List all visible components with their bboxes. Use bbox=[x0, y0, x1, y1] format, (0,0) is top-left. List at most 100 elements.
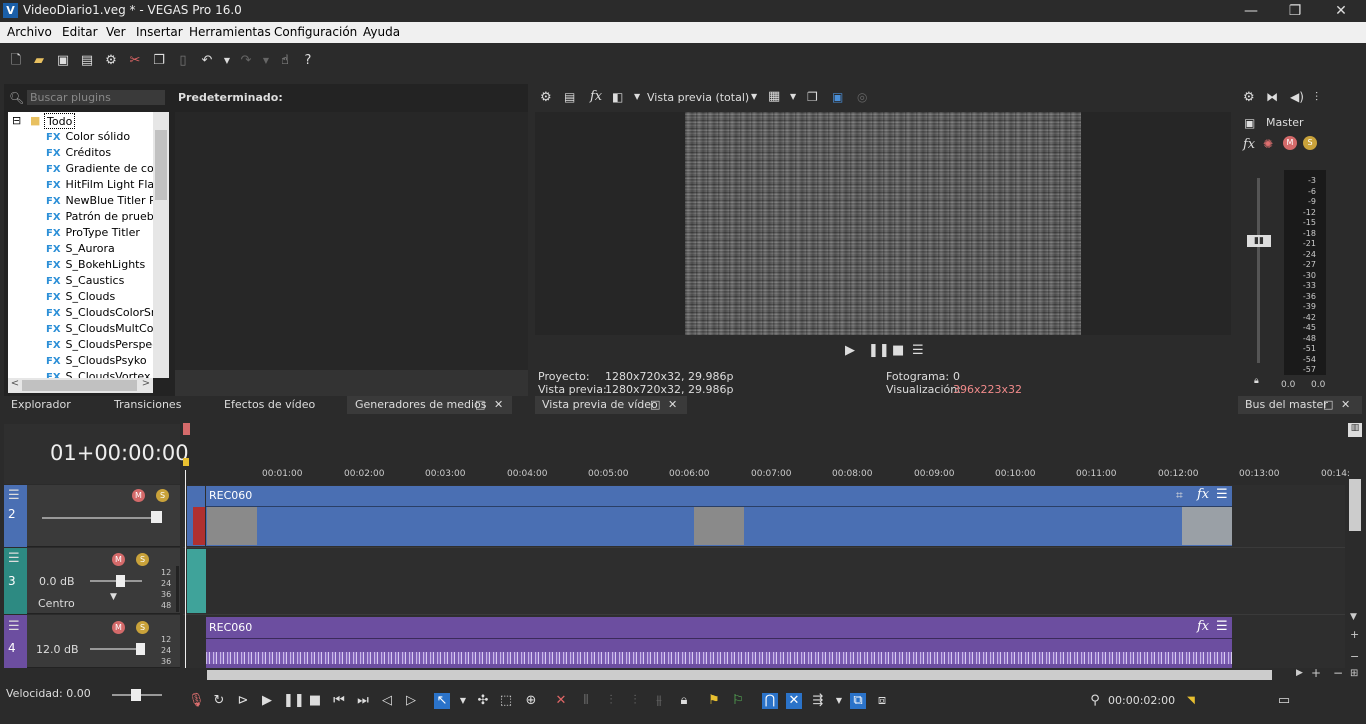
quality-dropdown-icon[interactable]: ▼ bbox=[751, 92, 757, 101]
tree-item[interactable]: FXS_CloudsColorSmooth bbox=[46, 305, 169, 321]
scroll-thumb[interactable] bbox=[22, 380, 137, 391]
master-fader-handle[interactable]: ▮▮ bbox=[1247, 235, 1271, 247]
menu-herramientas[interactable]: Herramientas bbox=[189, 25, 271, 39]
new-file-icon[interactable]: 🗋 bbox=[8, 53, 24, 69]
trim-start-icon[interactable]: ⫶ bbox=[603, 693, 619, 709]
opacity-slider-track[interactable] bbox=[42, 517, 154, 519]
tree-item[interactable]: FX S_Clouds bbox=[46, 289, 115, 305]
master-fx-icon[interactable]: fx bbox=[1243, 137, 1255, 152]
previous-frame-icon[interactable]: ◁ bbox=[379, 693, 395, 709]
tree-item[interactable]: FX HitFilm Light Flares bbox=[46, 177, 169, 193]
lock-icon[interactable]: 🔒︎ bbox=[1254, 376, 1259, 386]
tab-bus-master[interactable]: Bus del master bbox=[1245, 398, 1328, 411]
undo-icon[interactable]: ↶ bbox=[199, 53, 215, 69]
zoom-fit-icon[interactable]: ⊞ bbox=[1350, 668, 1358, 679]
fx-icon[interactable]: fx bbox=[590, 89, 602, 104]
tree-item[interactable]: FX ProType Titler bbox=[46, 225, 140, 241]
scroll-thumb[interactable] bbox=[207, 670, 1272, 680]
save-snapshot-icon[interactable]: ▣ bbox=[832, 90, 843, 104]
mute-icon[interactable]: M bbox=[1283, 136, 1297, 150]
loop-playback-icon[interactable]: ↻ bbox=[211, 693, 227, 709]
tree-item[interactable]: FX S_CloudsPsyko bbox=[46, 353, 147, 369]
plugin-search-input[interactable]: Buscar plugins bbox=[27, 90, 165, 105]
delete-icon[interactable]: ✕ bbox=[553, 693, 569, 709]
maximize-button[interactable]: ❐ bbox=[1272, 1, 1318, 21]
tree-item[interactable]: FX Gradiente de color bbox=[46, 161, 168, 177]
save-icon[interactable]: ▣ bbox=[55, 53, 71, 69]
stop-icon[interactable]: ■ bbox=[307, 693, 323, 709]
tree-item[interactable]: FX Créditos bbox=[46, 145, 111, 161]
tree-item[interactable]: FX S_CloudsPerspective bbox=[46, 337, 169, 353]
split-icon[interactable]: ⫵ bbox=[651, 693, 667, 709]
mute-icon[interactable]: M bbox=[112, 553, 125, 566]
play-icon[interactable]: ▶ bbox=[845, 343, 855, 358]
scroll-down-icon[interactable]: ▼ bbox=[1350, 612, 1357, 622]
next-frame-icon[interactable]: ▷ bbox=[403, 693, 419, 709]
track-menu-icon[interactable]: ☰ bbox=[8, 551, 20, 566]
tree-root-todo[interactable]: Todo bbox=[44, 113, 76, 129]
cursor-time[interactable]: 00:00:02:00 bbox=[1108, 694, 1175, 707]
tree-vertical-scrollbar[interactable] bbox=[153, 112, 169, 378]
ignore-grouping-icon[interactable]: ⧈ bbox=[874, 693, 890, 709]
scroll-thumb[interactable] bbox=[1349, 479, 1361, 531]
preview-settings-gear-icon[interactable]: ⚙ bbox=[540, 90, 552, 105]
paste-icon[interactable]: ▯ bbox=[175, 53, 191, 69]
close-tab-icon[interactable]: ✕ bbox=[1341, 398, 1350, 411]
auto-ripple-icon[interactable]: ⇶ bbox=[810, 693, 826, 709]
overlays-dropdown-icon[interactable]: ▼ bbox=[790, 92, 796, 101]
tab-efectos-video[interactable]: Efectos de vídeo bbox=[224, 398, 315, 411]
solo-icon[interactable]: S bbox=[1303, 136, 1317, 150]
marker-bar[interactable] bbox=[183, 424, 1345, 440]
undock-icon[interactable]: □ bbox=[650, 398, 660, 411]
master-settings-gear-icon[interactable]: ⚙ bbox=[1243, 90, 1255, 105]
scroll-left-icon[interactable]: < bbox=[8, 378, 22, 389]
track-header-audio[interactable] bbox=[4, 615, 180, 668]
tree-item[interactable]: FX S_CloudsVortex bbox=[46, 369, 151, 378]
undock-icon[interactable]: □ bbox=[475, 398, 485, 411]
preview-device-icon[interactable]: ▤ bbox=[564, 90, 575, 104]
overlays-grid-icon[interactable]: ▦ bbox=[768, 89, 780, 104]
tree-horizontal-scrollbar[interactable]: < > bbox=[8, 378, 153, 393]
ripple-dropdown-icon[interactable]: ▼ bbox=[831, 693, 847, 709]
zoom-tool-icon[interactable]: ⊕ bbox=[523, 693, 539, 709]
record-icon[interactable]: 🎙︎ bbox=[188, 693, 205, 709]
downmix-icon[interactable]: ⧓ bbox=[1266, 90, 1278, 104]
tab-explorador[interactable]: Explorador bbox=[11, 398, 71, 411]
track-menu-icon[interactable]: ☰ bbox=[8, 488, 20, 503]
timeline-corner-icon[interactable]: ▥ bbox=[1348, 423, 1362, 437]
timeline-horizontal-scrollbar[interactable] bbox=[187, 669, 1297, 681]
tab-transiciones[interactable]: Transiciones bbox=[114, 398, 181, 411]
split-screen-icon[interactable]: ◧ bbox=[612, 90, 623, 104]
clip-menu-icon[interactable]: ☰ bbox=[1216, 487, 1228, 502]
close-tab-icon[interactable]: ✕ bbox=[668, 398, 677, 411]
whats-this-icon[interactable]: ? bbox=[300, 53, 316, 69]
snapping-icon[interactable]: ⋂ bbox=[762, 693, 778, 709]
mute-icon[interactable]: M bbox=[132, 489, 145, 502]
close-tab-icon[interactable]: ✕ bbox=[494, 398, 503, 411]
loop-region-marker-icon[interactable] bbox=[183, 423, 190, 435]
menu-ver[interactable]: Ver bbox=[106, 25, 126, 39]
menu-insertar[interactable]: Insertar bbox=[136, 25, 183, 39]
preview-menu-icon[interactable]: ☰ bbox=[912, 343, 924, 358]
go-to-end-icon[interactable]: ⏭︎ bbox=[355, 693, 371, 709]
open-folder-icon[interactable]: ▰ bbox=[31, 53, 47, 69]
insert-region-icon[interactable]: ⚐ bbox=[730, 693, 746, 709]
audio-clip-teal[interactable] bbox=[187, 549, 206, 613]
envelope-tool-icon[interactable]: ✣ bbox=[475, 693, 491, 709]
speed-slider-handle[interactable] bbox=[131, 689, 141, 701]
tree-item[interactable]: FX S_CloudsMultColor bbox=[46, 321, 168, 337]
menu-archivo[interactable]: Archivo bbox=[7, 25, 52, 39]
trim-end-icon[interactable]: ⫶ bbox=[627, 693, 643, 709]
close-button[interactable]: ✕ bbox=[1318, 1, 1364, 21]
time-ruler[interactable]: 00:01:00 00:02:00 00:03:00 00:04:00 00:0… bbox=[185, 467, 1350, 485]
tree-item[interactable]: FX NewBlue Titler Pro bbox=[46, 193, 166, 209]
split-dropdown-icon[interactable]: ▼ bbox=[634, 92, 640, 101]
lock-icon[interactable]: 🔒︎ bbox=[676, 693, 692, 709]
menu-editar[interactable]: Editar bbox=[62, 25, 98, 39]
scroll-thumb[interactable] bbox=[155, 130, 167, 200]
opacity-slider-handle[interactable] bbox=[151, 511, 162, 523]
play-icon[interactable]: ▶ bbox=[259, 693, 275, 709]
pause-icon[interactable]: ❚❚ bbox=[868, 343, 890, 358]
zoom-in-vertical-icon[interactable]: + bbox=[1350, 628, 1359, 641]
speaker-icon[interactable]: ◀︎) bbox=[1290, 90, 1304, 104]
